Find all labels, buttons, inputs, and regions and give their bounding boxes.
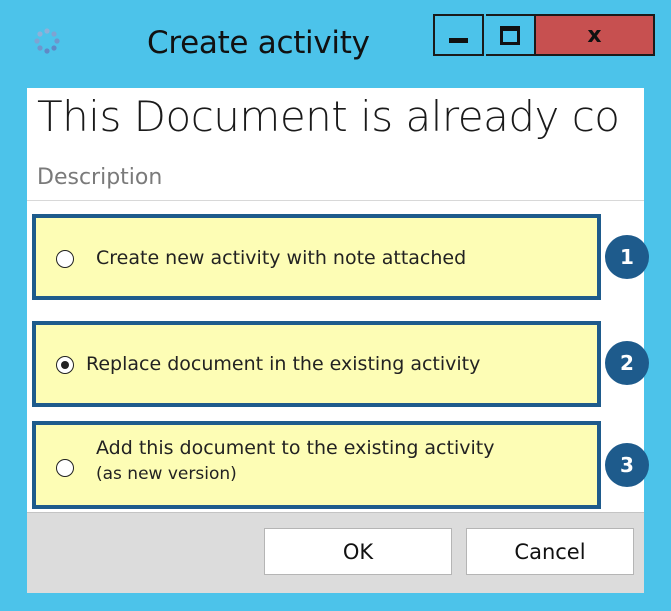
description-divider [27,200,644,201]
radio-add-new-version[interactable] [56,459,74,477]
option-label-line2: (as new version) [96,464,237,484]
option-label: Create new activity with note attached [96,247,467,269]
ok-button[interactable]: OK [264,528,452,575]
minimize-button[interactable] [433,14,484,56]
callout-badge-2: 2 [605,341,649,385]
radio-replace-document[interactable] [56,356,74,374]
app-logo-icon [34,28,60,54]
window-title: Create activity [147,25,370,61]
callout-badge-1: 1 [605,235,649,279]
option-label: Replace document in the existing activit… [86,353,481,375]
dialog-content: This Document is already co Description … [27,88,649,593]
option-replace-document[interactable]: Replace document in the existing activit… [32,321,601,407]
option-create-new-activity[interactable]: Create new activity with note attached [32,214,601,300]
dialog-footer: OK Cancel [27,512,644,593]
option-label-line1: Add this document to the existing activi… [96,437,495,459]
maximize-icon [500,25,520,45]
close-icon: x [587,22,602,48]
create-activity-window: Create activity x This Document is alrea… [0,0,671,611]
minimize-icon [449,37,468,43]
maximize-button[interactable] [486,14,536,56]
option-label: Add this document to the existing activi… [96,435,596,487]
title-bar[interactable]: Create activity x [0,0,671,88]
close-button[interactable]: x [536,14,655,56]
cancel-button[interactable]: Cancel [466,528,634,575]
option-add-new-version[interactable]: Add this document to the existing activi… [32,421,601,509]
document-heading: This Document is already co [37,92,620,141]
description-field[interactable]: Description [37,165,162,190]
callout-badge-3: 3 [605,443,649,487]
radio-create-new-activity[interactable] [56,250,74,268]
